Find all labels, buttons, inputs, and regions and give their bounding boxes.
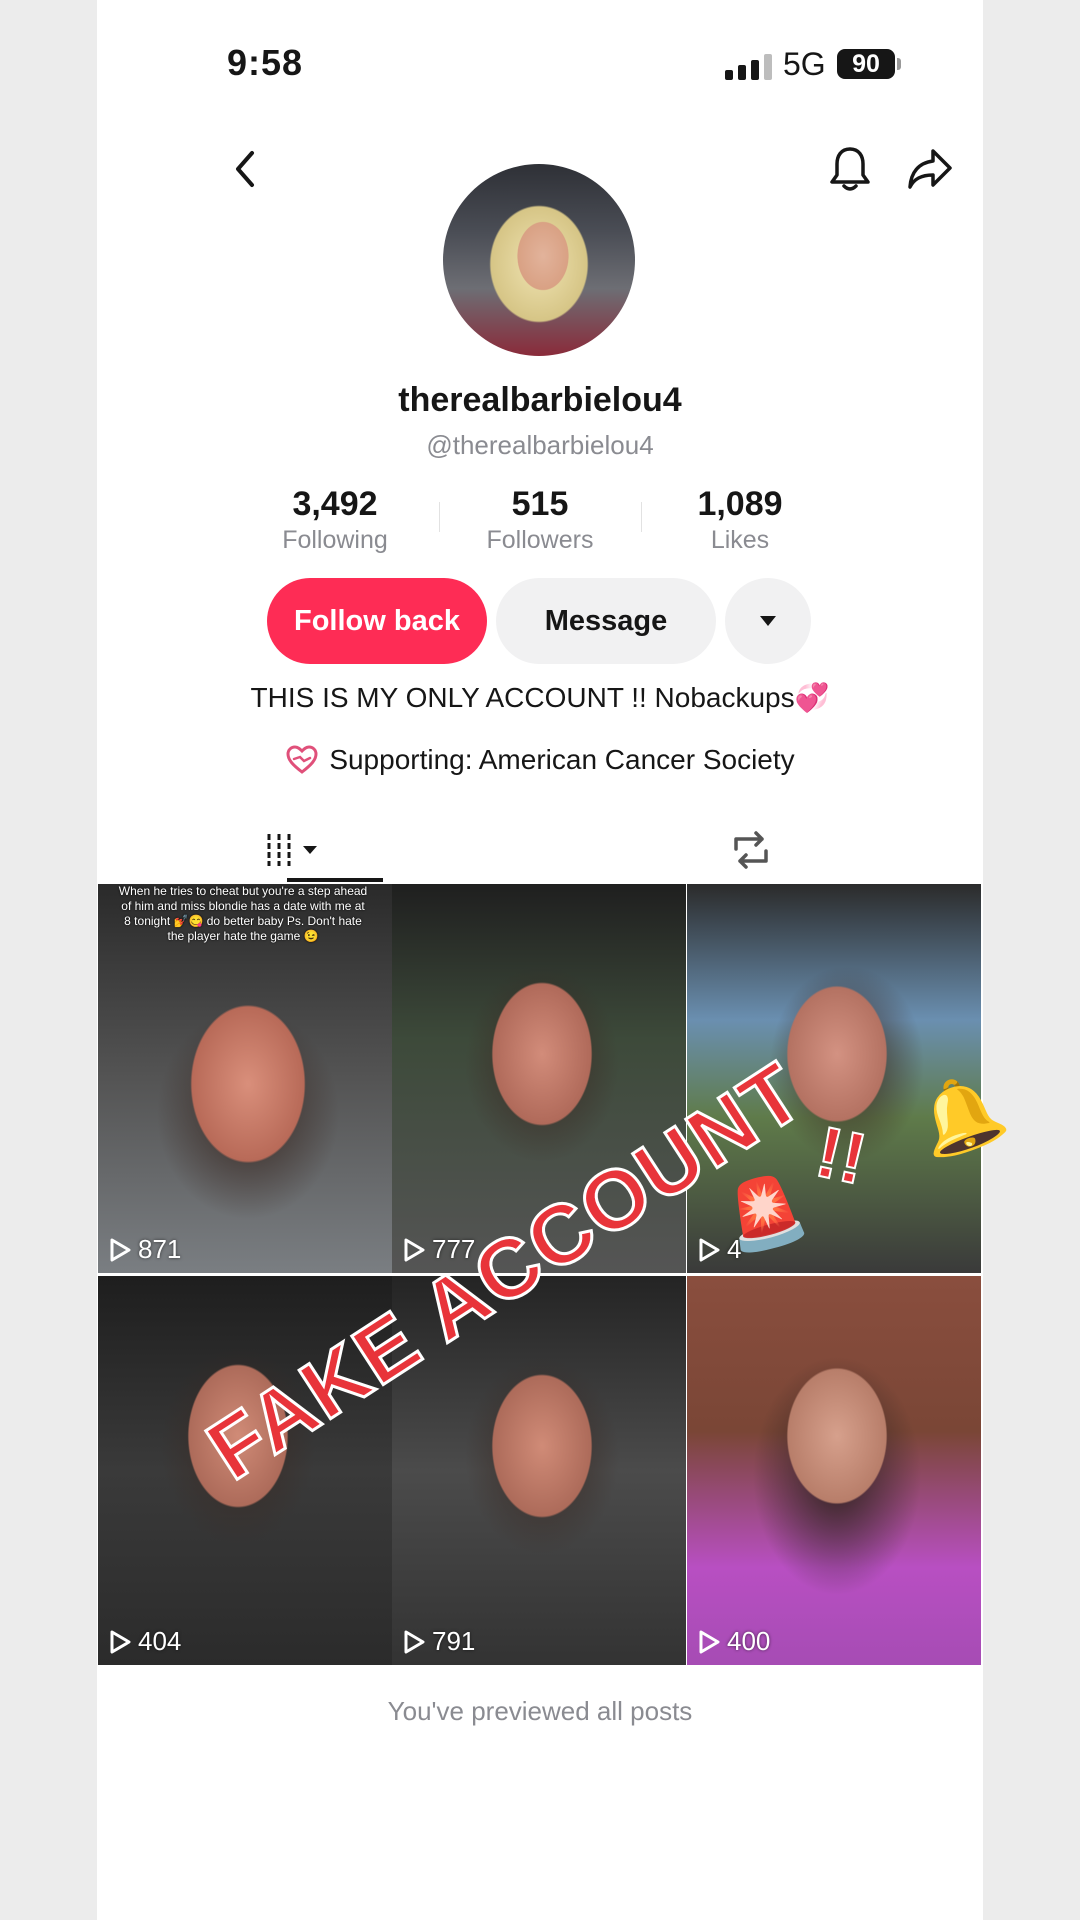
battery-icon: 90 (837, 49, 895, 79)
play-icon (110, 1238, 131, 1261)
view-count: 791 (402, 1626, 475, 1657)
profile-bio: THIS IS MY ONLY ACCOUNT !! Nobackups💞 (250, 682, 830, 713)
status-time: 9:58 (227, 42, 304, 83)
tab-reposts[interactable] (715, 820, 787, 880)
share-button[interactable] (900, 139, 960, 199)
view-count: 404 (108, 1626, 181, 1657)
view-count: 400 (697, 1626, 770, 1657)
message-button[interactable]: Message (496, 578, 716, 664)
view-count-text: 400 (727, 1626, 771, 1656)
supporting-link[interactable]: Supporting: American Cancer Society (97, 744, 983, 776)
previewed-all-posts-text: You've previewed all posts (387, 1696, 693, 1726)
video-caption-overlay: When he tries to cheat but you're a step… (118, 884, 368, 943)
play-icon (404, 1238, 425, 1261)
stat-likes[interactable]: 1,089 Likes (640, 485, 840, 555)
network-type: 5G (783, 46, 826, 82)
grid-lines-icon (267, 834, 317, 866)
video-tile[interactable]: When he tries to cheat but you're a step… (98, 884, 392, 1273)
avatar[interactable] (443, 164, 635, 356)
share-arrow-icon (908, 149, 952, 189)
tab-videos[interactable] (257, 820, 329, 880)
stat-value: 3,492 (292, 485, 378, 523)
play-icon (699, 1238, 720, 1261)
play-icon (404, 1630, 425, 1653)
active-tab-indicator (287, 878, 383, 882)
profile-display-name: therealbarbielou4 (398, 381, 682, 419)
charity-heart-icon (286, 745, 318, 774)
view-count: 871 (108, 1234, 181, 1265)
caret-down-icon (760, 616, 776, 626)
stat-followers[interactable]: 515 Followers (440, 485, 640, 555)
video-tile[interactable]: 400 (687, 1276, 981, 1665)
stat-following[interactable]: 3,492 Following (235, 485, 435, 555)
play-icon (699, 1630, 720, 1653)
profile-handle: @therealbarbielou4 (426, 430, 654, 460)
notification-bell-button[interactable] (820, 139, 880, 199)
stat-value: 1,089 (697, 485, 783, 523)
follow-back-button[interactable]: Follow back (267, 578, 487, 664)
profile-page: 9:58 5G 90 therealbarbielou4 @therealbar… (97, 0, 1015, 1920)
supporting-text: Supporting: American Cancer Society (329, 744, 795, 775)
view-count-text: 871 (138, 1234, 182, 1264)
bell-icon (830, 147, 870, 191)
signal-icon (725, 54, 772, 80)
stat-label: Followers (486, 526, 594, 554)
stat-label: Following (282, 526, 388, 554)
more-options-button[interactable] (725, 578, 811, 664)
back-button[interactable] (215, 139, 275, 199)
battery-tip (897, 58, 901, 70)
view-count-text: 404 (138, 1626, 182, 1656)
stat-label: Likes (710, 526, 770, 554)
stat-value: 515 (511, 485, 569, 523)
play-icon (110, 1630, 131, 1653)
view-count-text: 791 (432, 1626, 476, 1656)
chevron-left-icon (236, 151, 254, 187)
repost-icon (734, 831, 768, 869)
